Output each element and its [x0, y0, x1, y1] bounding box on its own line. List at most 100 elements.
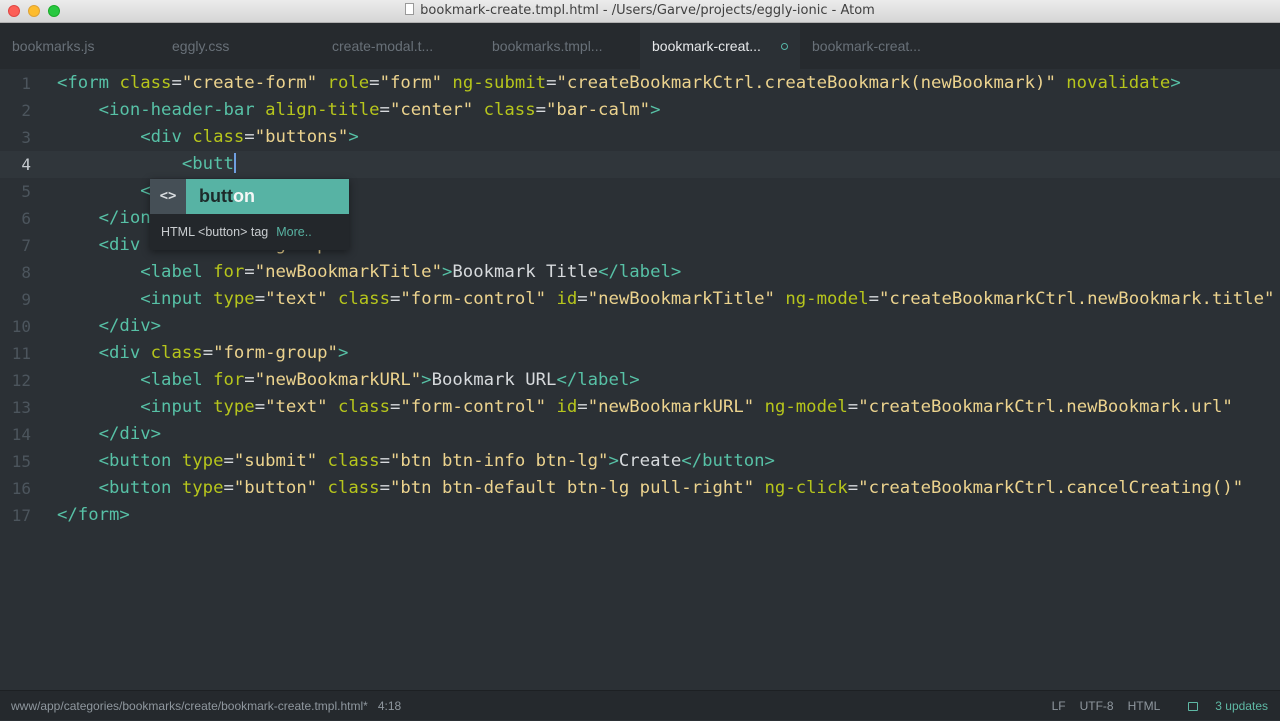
- code-token: =: [254, 397, 266, 417]
- code-token: >: [441, 262, 453, 282]
- code-token: "createBookmarkCtrl.createBookmark(newBo…: [556, 73, 1056, 93]
- code-token: <div: [98, 343, 151, 363]
- line-number: 3: [21, 128, 31, 147]
- code-token: role: [327, 73, 370, 93]
- code-token: =: [535, 100, 547, 120]
- code-token: class: [192, 127, 245, 147]
- code-token: <butt: [181, 154, 234, 174]
- suggestion-description: HTML <button> tag More..: [161, 225, 312, 239]
- code-token: ng-model: [785, 289, 869, 309]
- code-token: <label: [140, 370, 214, 390]
- code-token: "center": [389, 100, 474, 120]
- tab-bookmark-create-active[interactable]: bookmark-creat...: [640, 23, 800, 69]
- tag-icon: <>: [150, 179, 186, 214]
- line-number: 16: [11, 479, 31, 498]
- code-line[interactable]: 1 <form class="create-form" role="form" n…: [0, 70, 1280, 97]
- code-line[interactable]: 13 <input type="text" class="form-contro…: [0, 394, 1280, 421]
- line-code: <form class="create-form" role="form" ng…: [57, 70, 1181, 97]
- code-token: id: [556, 289, 578, 309]
- code-line[interactable]: 9 <input type="text" class="form-control…: [0, 286, 1280, 313]
- code-token: >: [650, 100, 661, 120]
- code-token: ng-model: [764, 397, 848, 417]
- line-number: 13: [11, 398, 31, 417]
- grammar-selector[interactable]: HTML: [1128, 699, 1161, 713]
- text-cursor: [233, 153, 236, 173]
- code-token: =: [223, 478, 234, 498]
- package-updates[interactable]: 3 updates: [1174, 699, 1268, 713]
- code-token: type: [213, 397, 255, 417]
- line-ending-selector[interactable]: LF: [1052, 699, 1066, 713]
- code-token: =: [546, 73, 557, 93]
- updates-label: 3 updates: [1215, 699, 1268, 713]
- line-number: 6: [21, 209, 31, 228]
- window-title-wrap: bookmark-create.tmpl.html - /Users/Garve…: [0, 3, 1280, 18]
- tab-eggly-css[interactable]: eggly.css: [160, 23, 320, 69]
- code-token: <div: [98, 235, 151, 255]
- code-token: <button: [98, 478, 182, 498]
- tab-label: bookmarks.tmpl...: [492, 38, 603, 54]
- code-token: ng-click: [764, 478, 848, 498]
- code-token: =: [171, 73, 182, 93]
- tab-label: eggly.css: [172, 38, 230, 54]
- code-line[interactable]: 17 </form>: [0, 502, 1280, 529]
- code-token: ng-submit: [452, 73, 547, 93]
- line-code: <button type="button" class="btn btn-def…: [57, 475, 1244, 502]
- tab-bookmark-create-2[interactable]: bookmark-creat...: [800, 23, 960, 69]
- tab-bookmarks-tmpl[interactable]: bookmarks.tmpl...: [480, 23, 640, 69]
- autocomplete-suggestion[interactable]: <> button: [150, 179, 349, 214]
- code-line[interactable]: 8 <label for="newBookmarkTitle">Bookmark…: [0, 259, 1280, 286]
- encoding-selector[interactable]: UTF-8: [1080, 699, 1114, 713]
- code-token: =: [389, 289, 401, 309]
- line-code: <label for="newBookmarkTitle">Bookmark T…: [57, 259, 681, 286]
- suggestion-text: button: [186, 179, 349, 214]
- more-link[interactable]: More..: [276, 225, 311, 239]
- code-line[interactable]: 4 <butt: [0, 151, 1280, 178]
- code-line[interactable]: 12 <label for="newBookmarkURL">Bookmark …: [0, 367, 1280, 394]
- code-line[interactable]: 15 <button type="submit" class="btn btn-…: [0, 448, 1280, 475]
- code-token: class: [150, 343, 203, 363]
- tab-create-modal[interactable]: create-modal.t...: [320, 23, 480, 69]
- code-token: =: [244, 127, 255, 147]
- code-token: </div>: [98, 424, 162, 444]
- code-token: Bookmark Title: [452, 262, 599, 282]
- tab-bar: bookmarks.js eggly.css create-modal.t...…: [0, 23, 1280, 69]
- line-number: 10: [11, 317, 31, 336]
- line-code: <div class="buttons">: [57, 124, 359, 151]
- code-line[interactable]: 10 </div>: [0, 313, 1280, 340]
- code-token: Bookmark URL: [431, 370, 557, 390]
- code-token: =: [244, 262, 255, 282]
- code-token: "create-form": [181, 73, 318, 93]
- tab-bookmarks-js[interactable]: bookmarks.js: [0, 23, 160, 69]
- description-text: HTML <button> tag: [161, 225, 269, 239]
- code-line[interactable]: 2 <ion-header-bar align-title="center" c…: [0, 97, 1280, 124]
- line-code: <ion-header-bar align-title="center" cla…: [57, 97, 661, 124]
- code-token: <input: [140, 397, 214, 417]
- code-line[interactable]: 3 <div class="buttons">: [0, 124, 1280, 151]
- line-code: </div>: [57, 313, 161, 340]
- code-token: >: [337, 343, 349, 363]
- code-token: "newBookmarkURL": [587, 397, 755, 417]
- code-editor[interactable]: 1 <form class="create-form" role="form" n…: [0, 69, 1280, 690]
- code-token: =: [379, 478, 390, 498]
- code-token: </label>: [556, 370, 640, 390]
- code-token: >: [421, 370, 432, 390]
- code-token: type: [181, 451, 224, 471]
- code-line[interactable]: 16 <button type="button" class="btn btn-…: [0, 475, 1280, 502]
- code-token: class: [483, 100, 536, 120]
- cursor-position[interactable]: 4:18: [378, 699, 401, 713]
- code-line[interactable]: 11 <div class="form-group">: [0, 340, 1280, 367]
- code-token: class: [327, 451, 380, 471]
- file-path[interactable]: www/app/categories/bookmarks/create/book…: [11, 699, 368, 713]
- code-line[interactable]: 14 </div>: [0, 421, 1280, 448]
- code-token: <form: [57, 73, 120, 93]
- line-code: <button type="submit" class="btn btn-inf…: [57, 448, 775, 475]
